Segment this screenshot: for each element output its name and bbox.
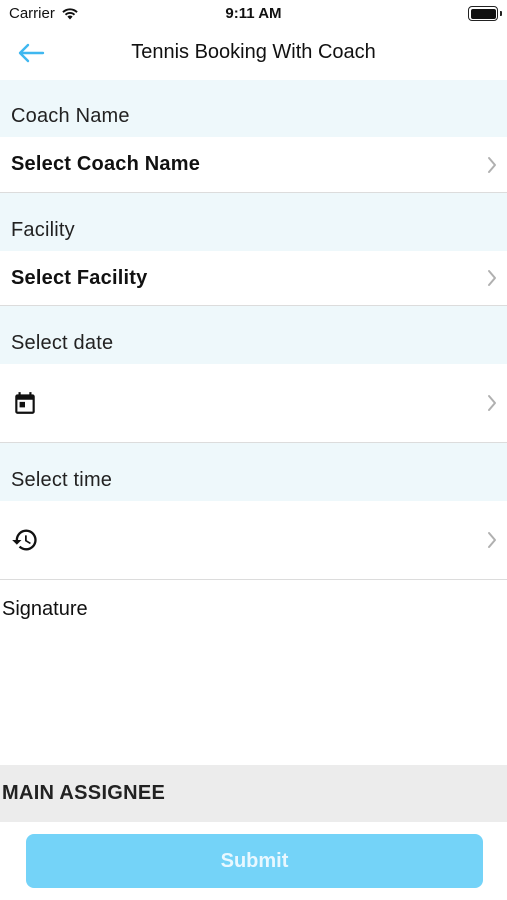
screen: Carrier 9:11 AM Tennis Booking With Coac… <box>0 0 507 900</box>
coach-name-picker[interactable]: Select Coach Name <box>0 137 507 193</box>
coach-name-value: Select Coach Name <box>11 153 201 175</box>
chevron-right-icon <box>488 156 496 173</box>
calendar-icon <box>11 389 39 417</box>
facility-value: Select Facility <box>11 266 148 289</box>
facility-picker[interactable]: Select Facility <box>0 251 507 306</box>
chevron-right-icon <box>488 532 496 548</box>
date-picker[interactable] <box>0 364 507 443</box>
coach-name-label: Coach Name <box>0 80 507 137</box>
signature-label: Signature <box>2 598 88 620</box>
battery-icon <box>468 6 502 21</box>
submit-button[interactable]: Submit <box>26 834 483 888</box>
page-title: Tennis Booking With Coach <box>131 41 376 63</box>
status-bar: Carrier 9:11 AM <box>0 0 507 28</box>
chevron-right-icon <box>488 395 496 411</box>
signature-pad[interactable]: Signature <box>0 580 507 765</box>
main-assignee-label: MAIN ASSIGNEE <box>2 782 166 804</box>
facility-label: Facility <box>0 193 507 251</box>
time-label: Select time <box>0 443 507 501</box>
main-assignee-header: MAIN ASSIGNEE <box>0 765 507 822</box>
time-picker[interactable] <box>0 501 507 580</box>
date-label: Select date <box>0 306 507 364</box>
history-icon <box>11 526 39 554</box>
status-time: 9:11 AM <box>225 5 282 22</box>
nav-bar: Tennis Booking With Coach <box>0 28 507 78</box>
chevron-right-icon <box>488 270 496 286</box>
